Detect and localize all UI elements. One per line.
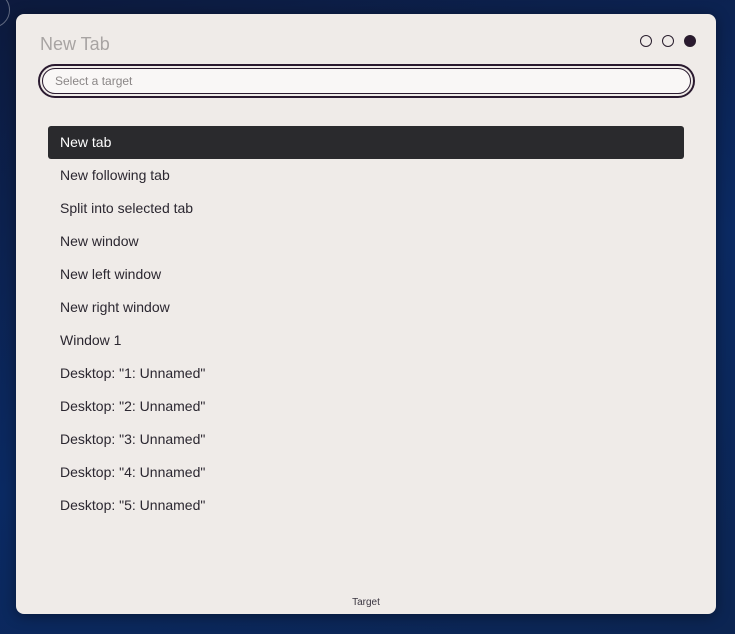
new-tab-dialog: New Tab New tab New following tab Split … bbox=[16, 14, 716, 614]
list-item-desktop-4[interactable]: Desktop: "4: Unnamed" bbox=[48, 456, 684, 489]
step-dot-icon bbox=[640, 35, 652, 47]
step-indicator bbox=[640, 35, 696, 47]
list-item-window-1[interactable]: Window 1 bbox=[48, 324, 684, 357]
list-item-desktop-5[interactable]: Desktop: "5: Unnamed" bbox=[48, 489, 684, 522]
list-item-new-window[interactable]: New window bbox=[48, 225, 684, 258]
list-item-new-left-window[interactable]: New left window bbox=[48, 258, 684, 291]
dialog-title: New Tab bbox=[40, 34, 110, 54]
step-dot-icon bbox=[662, 35, 674, 47]
list-item-new-right-window[interactable]: New right window bbox=[48, 291, 684, 324]
background-decoration bbox=[0, 0, 10, 28]
search-field-frame bbox=[38, 64, 695, 98]
footer-label: Target bbox=[352, 597, 380, 608]
list-item-desktop-2[interactable]: Desktop: "2: Unnamed" bbox=[48, 390, 684, 423]
target-search-input[interactable] bbox=[42, 68, 691, 94]
list-item-desktop-1[interactable]: Desktop: "1: Unnamed" bbox=[48, 357, 684, 390]
list-item-split-into-selected-tab[interactable]: Split into selected tab bbox=[48, 192, 684, 225]
list-item-desktop-3[interactable]: Desktop: "3: Unnamed" bbox=[48, 423, 684, 456]
target-list: New tab New following tab Split into sel… bbox=[48, 126, 684, 522]
list-item-new-following-tab[interactable]: New following tab bbox=[48, 159, 684, 192]
step-dot-active-icon bbox=[684, 35, 696, 47]
list-item-new-tab[interactable]: New tab bbox=[48, 126, 684, 159]
